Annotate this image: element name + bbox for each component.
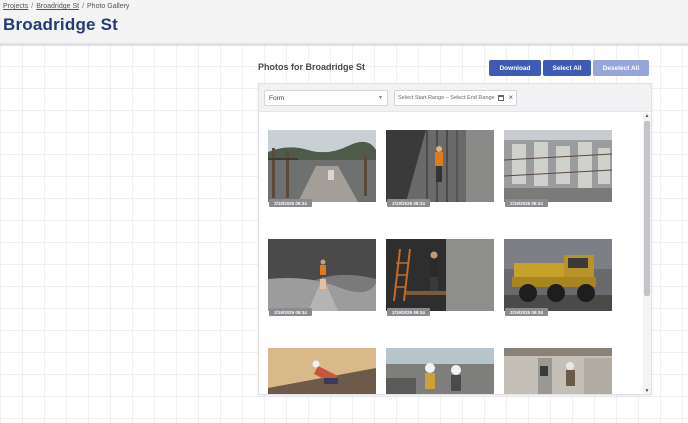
breadcrumb-project-link[interactable]: Broadridge St	[36, 3, 79, 10]
scroll-up-icon[interactable]: ▲	[643, 113, 651, 119]
photo-date-badge: 2/19/2025 09:34	[269, 308, 312, 316]
chevron-down-icon: ▼	[378, 95, 383, 101]
photo-card[interactable]: 2/19/2025 09:34	[386, 130, 494, 207]
clear-icon[interactable]: ×	[508, 93, 513, 102]
photo-thumbnail	[386, 239, 494, 311]
photo-thumbnail	[503, 130, 613, 202]
photo-card[interactable]: 2/19/2025 09:34	[386, 239, 494, 316]
date-range-picker[interactable]: Select Start Range – Select End Range ×	[394, 90, 517, 106]
photo-thumbnail	[268, 239, 376, 311]
photo-card[interactable]: 2/19/2025 09:34	[268, 239, 376, 316]
photo-thumbnail	[268, 130, 376, 202]
photo-card[interactable]	[504, 348, 612, 394]
deselect-all-button[interactable]: Deselect All	[593, 60, 649, 76]
form-select-value: Form	[269, 94, 285, 102]
photo-gallery-panel: Form ▼ Select Start Range – Select End R…	[258, 83, 652, 395]
breadcrumb-projects-link[interactable]: Projects	[3, 3, 28, 10]
gallery-scrollbar[interactable]: ▲ ▼	[643, 113, 651, 394]
date-range-text: Select Start Range – Select End Range	[398, 95, 495, 101]
select-all-button[interactable]: Select All	[543, 60, 591, 76]
scroll-down-icon[interactable]: ▼	[643, 388, 651, 394]
photo-card[interactable]: 2/19/2025 09:34	[503, 130, 613, 207]
page-title: Broadridge St	[3, 15, 119, 34]
photo-card[interactable]: 2/19/2025 09:34	[268, 130, 376, 207]
photo-date-badge: 2/19/2025 09:34	[269, 199, 312, 207]
photo-thumbnail	[386, 130, 494, 202]
photo-thumbnail	[268, 348, 376, 394]
calendar-icon[interactable]	[498, 95, 504, 101]
photo-thumbnail	[504, 348, 612, 394]
photo-card[interactable]	[268, 348, 376, 394]
photo-card[interactable]	[386, 348, 494, 394]
photo-thumbnail	[504, 239, 612, 311]
page-header: Projects / Broadridge St / Photo Gallery Bro…	[0, 0, 688, 46]
download-button[interactable]: Download	[489, 60, 541, 76]
photo-date-badge: 2/19/2025 09:34	[387, 308, 430, 316]
breadcrumb-separator: /	[82, 3, 85, 10]
photo-grid: 2/19/2025 09:34 2/19/2025 09:34 2/19/202…	[259, 113, 643, 394]
breadcrumb: Projects / Broadridge St / Photo Gallery	[3, 3, 129, 10]
form-select[interactable]: Form ▼	[264, 90, 388, 106]
breadcrumb-separator: /	[31, 3, 34, 10]
scrollbar-thumb[interactable]	[644, 121, 650, 296]
photo-date-badge: 2/19/2025 09:34	[505, 199, 548, 207]
photo-card[interactable]: 2/19/2025 09:34	[504, 239, 612, 316]
breadcrumb-current: Photo Gallery	[87, 3, 130, 10]
section-title: Photos for Broadridge St	[258, 62, 366, 72]
filter-bar: Form ▼ Select Start Range – Select End R…	[259, 84, 651, 112]
photo-thumbnail	[386, 348, 494, 394]
photo-date-badge: 2/19/2025 09:34	[505, 308, 548, 316]
photo-date-badge: 2/19/2025 09:34	[387, 199, 430, 207]
